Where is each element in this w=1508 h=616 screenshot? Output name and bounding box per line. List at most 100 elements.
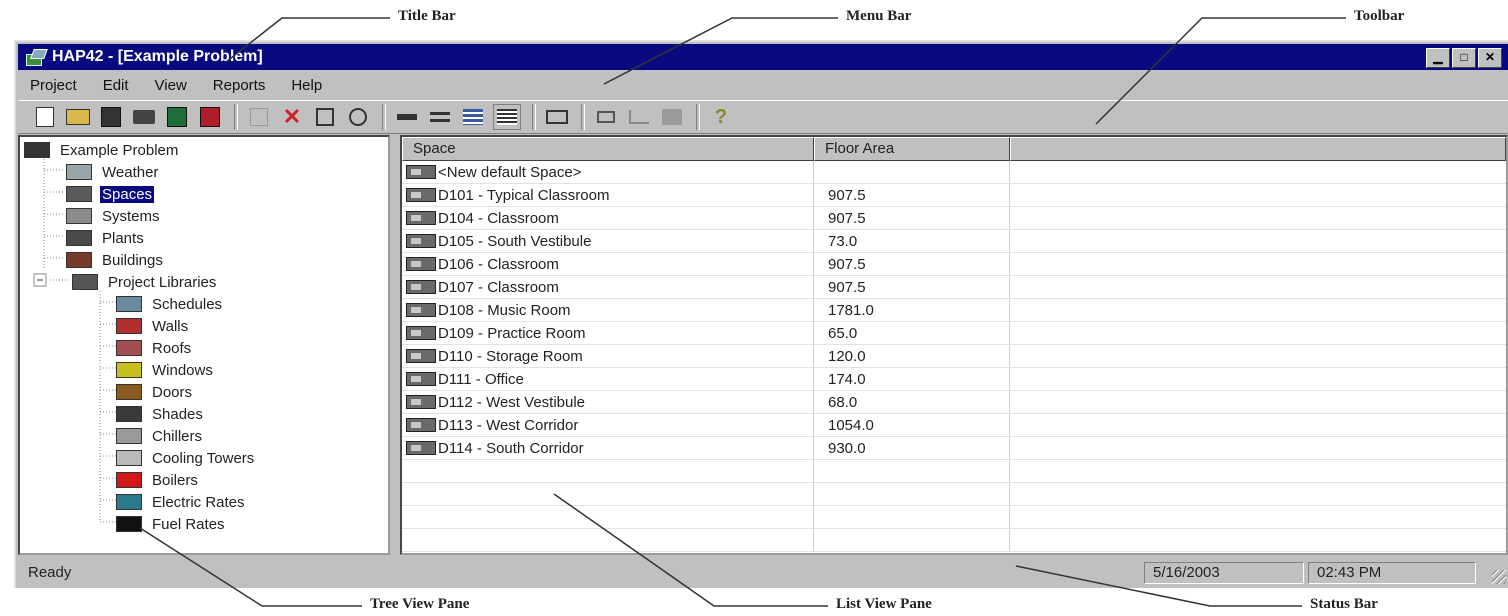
spaces-icon: [66, 186, 92, 202]
empty-cell: [402, 483, 814, 505]
tree-item-cooling-towers[interactable]: Cooling Towers: [116, 447, 256, 469]
resize-grip[interactable]: [1492, 570, 1506, 584]
tree-item-label: Project Libraries: [108, 273, 217, 291]
tree-item-label: Buildings: [102, 251, 163, 269]
table-row[interactable]: D107 - Classroom 907.5: [402, 276, 1506, 299]
tree-item-chillers[interactable]: Chillers: [116, 425, 204, 447]
chart-button[interactable]: [626, 105, 652, 129]
table-row[interactable]: D105 - South Vestibule 73.0: [402, 230, 1506, 253]
open-button[interactable]: [65, 105, 91, 129]
toolbar-separator: [696, 104, 700, 130]
tree-item-plants[interactable]: Plants: [66, 227, 146, 249]
empty-cell: [1010, 414, 1506, 436]
tree-item-fuel-rates[interactable]: Fuel Rates: [116, 513, 227, 535]
library-icon: [133, 110, 155, 124]
table-row[interactable]: D111 - Office 174.0: [402, 368, 1506, 391]
delete-button[interactable]: ✕: [279, 105, 305, 129]
copy-button[interactable]: [246, 105, 272, 129]
electric-rates-icon: [116, 494, 142, 510]
status-date: 5/16/2003: [1144, 562, 1304, 584]
cooling-towers-icon: [116, 450, 142, 466]
details-button[interactable]: [493, 104, 521, 130]
floor-area-cell: 1781.0: [814, 299, 1010, 321]
floor-area-cell: [814, 161, 1010, 183]
details-icon: [497, 109, 517, 125]
table-row[interactable]: D113 - West Corridor 1054.0: [402, 414, 1506, 437]
maximize-button[interactable]: □: [1452, 48, 1476, 68]
empty-cell: [1010, 391, 1506, 413]
save-button[interactable]: [98, 105, 124, 129]
space-cell: D110 - Storage Room: [402, 345, 814, 367]
tree-item-weather[interactable]: Weather: [66, 161, 160, 183]
space-icon: [406, 280, 436, 294]
minimize-icon: ▁: [1433, 50, 1443, 64]
list-header: Space Floor Area: [402, 137, 1506, 161]
table-row[interactable]: D101 - Typical Classroom 907.5: [402, 184, 1506, 207]
hap-app-icon[interactable]: [26, 49, 48, 66]
menu-view[interactable]: View: [143, 77, 201, 94]
list-button[interactable]: [460, 105, 486, 129]
tree-item-buildings[interactable]: Buildings: [66, 249, 165, 271]
save-red-button[interactable]: [197, 105, 223, 129]
column-header-space[interactable]: Space: [402, 137, 814, 161]
floor-area-cell: 907.5: [814, 253, 1010, 275]
menu-help[interactable]: Help: [279, 77, 336, 94]
tree-item-windows[interactable]: Windows: [116, 359, 215, 381]
status-text: Ready: [28, 564, 72, 581]
table-row[interactable]: D109 - Practice Room 65.0: [402, 322, 1506, 345]
tree-item-example-problem[interactable]: Example Problem: [24, 139, 180, 161]
properties-button[interactable]: [312, 105, 338, 129]
floor-area-cell: 68.0: [814, 391, 1010, 413]
tree-item-schedules[interactable]: Schedules: [116, 293, 224, 315]
tree-item-project-libraries[interactable]: Project Libraries: [72, 271, 218, 293]
tree-item-electric-rates[interactable]: Electric Rates: [116, 491, 247, 513]
table-row[interactable]: D114 - South Corridor 930.0: [402, 437, 1506, 460]
list-view-pane[interactable]: Space Floor Area <New default Space> D101…: [400, 135, 1508, 555]
minimize-button[interactable]: ▁: [1426, 48, 1450, 68]
tree-item-doors[interactable]: Doors: [116, 381, 194, 403]
save-icon: [101, 107, 121, 127]
save-green-button[interactable]: [164, 105, 190, 129]
toolbar-separator: [382, 104, 386, 130]
menu-bar-callout: Menu Bar: [846, 8, 912, 24]
empty-cell: [1010, 483, 1506, 505]
graph-button[interactable]: [659, 105, 685, 129]
library-button[interactable]: [131, 105, 157, 129]
space-icon: [406, 188, 436, 202]
column-header-floor-area[interactable]: Floor Area: [814, 137, 1010, 161]
toolbar-separator: [234, 104, 238, 130]
refresh-button[interactable]: [345, 105, 371, 129]
tree-item-walls[interactable]: Walls: [116, 315, 190, 337]
empty-cell: [1010, 368, 1506, 390]
report-button[interactable]: [544, 105, 570, 129]
empty-cell: [402, 460, 814, 482]
new-icon: [36, 107, 54, 127]
tree-view-pane[interactable]: Example Problem Weather Spaces Systems Plant…: [18, 135, 390, 555]
menu-project[interactable]: Project: [18, 77, 91, 94]
table-row[interactable]: D106 - Classroom 907.5: [402, 253, 1506, 276]
table-row[interactable]: D110 - Storage Room 120.0: [402, 345, 1506, 368]
tree-item-boilers[interactable]: Boilers: [116, 469, 200, 491]
tree-item-systems[interactable]: Systems: [66, 205, 162, 227]
menu-reports[interactable]: Reports: [201, 77, 280, 94]
table-row[interactable]: D104 - Classroom 907.5: [402, 207, 1506, 230]
empty-cell: [402, 506, 814, 528]
large-icons-button[interactable]: [394, 105, 420, 129]
print-button[interactable]: [593, 105, 619, 129]
title-bar[interactable]: HAP42 - [Example Problem] ▁ □ ✕: [18, 44, 1508, 70]
tree-item-label: Spaces: [100, 185, 155, 203]
small-icons-button[interactable]: [427, 105, 453, 129]
empty-cell: [1010, 437, 1506, 459]
space-cell: D104 - Classroom: [402, 207, 814, 229]
empty-cell: [814, 529, 1010, 551]
table-row[interactable]: <New default Space>: [402, 161, 1506, 184]
menu-edit[interactable]: Edit: [91, 77, 143, 94]
tree-item-spaces[interactable]: Spaces: [66, 183, 155, 205]
new-button[interactable]: [32, 105, 58, 129]
table-row[interactable]: D112 - West Vestibule 68.0: [402, 391, 1506, 414]
tree-item-roofs[interactable]: Roofs: [116, 337, 193, 359]
help-button[interactable]: ?: [708, 105, 734, 129]
tree-item-shades[interactable]: Shades: [116, 403, 205, 425]
table-row[interactable]: D108 - Music Room 1781.0: [402, 299, 1506, 322]
close-button[interactable]: ✕: [1478, 48, 1502, 68]
